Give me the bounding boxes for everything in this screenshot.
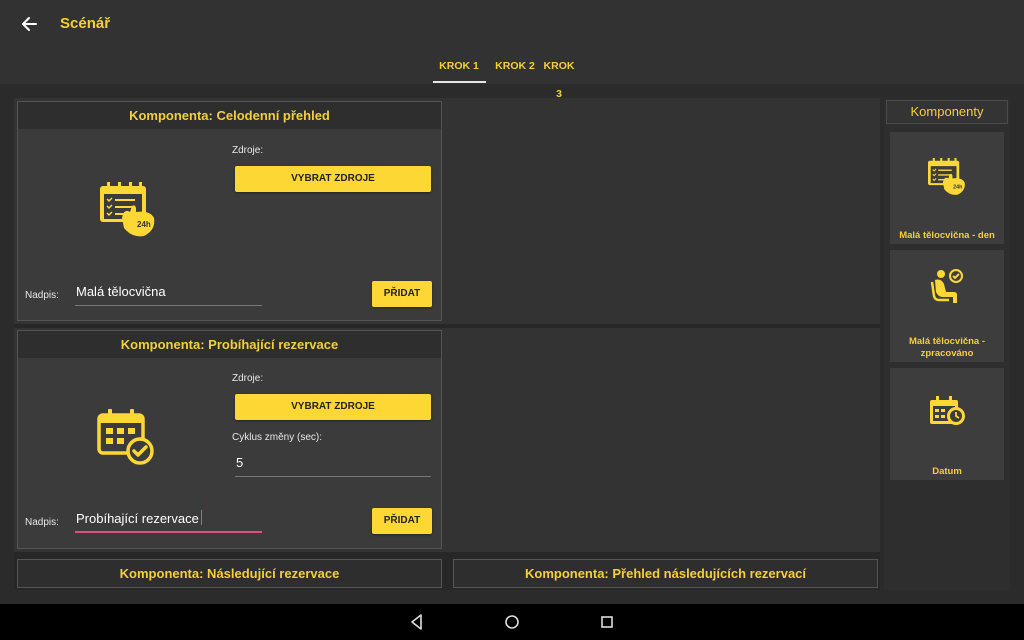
back-arrow-icon[interactable]: [14, 10, 44, 38]
card-title: Komponenta: Probíhající rezervace: [18, 331, 441, 358]
card-title: Komponenta: Následující rezervace: [18, 560, 441, 587]
sidebar-title: Komponenty: [886, 100, 1008, 124]
nav-home-icon[interactable]: [502, 612, 522, 632]
cycle-input[interactable]: 5: [235, 453, 431, 477]
add-button[interactable]: PŘIDAT: [372, 281, 432, 307]
tab-krok-2[interactable]: KROK 2: [489, 52, 541, 84]
component-tile-label-line-1: Malá tělocvična -: [908, 336, 986, 347]
nav-recents-icon[interactable]: [597, 612, 617, 632]
caption-input[interactable]: Malá tělocvična: [75, 282, 262, 306]
calendar-clock-icon: [928, 396, 966, 433]
caption-input-value: Probíhající rezervace: [76, 511, 199, 526]
select-sources-button[interactable]: VYBRAT ZDROJE: [235, 166, 431, 192]
card-title: Komponenta: Celodenní přehled: [18, 102, 441, 129]
calendar-24h-hand-icon: 24h: [926, 158, 968, 201]
system-navigation-bar: [0, 604, 1024, 640]
svg-text:24h: 24h: [137, 220, 151, 229]
page-title: Scénář: [60, 15, 111, 32]
sources-label: Zdroje:: [232, 145, 264, 156]
component-tile-full-day[interactable]: 24h Malá tělocvična - den: [890, 132, 1004, 244]
app-bar: Scénář KROK 1 KROK 2 KROK 3: [0, 0, 1024, 100]
sources-label: Zdroje:: [232, 373, 264, 384]
components-sidebar: Komponenty 24h Malá tělocvična - den Mal…: [884, 98, 1010, 590]
caption-input[interactable]: Probíhající rezervace: [75, 509, 262, 533]
calendar-24h-hand-icon: 24h: [98, 182, 158, 243]
caption-label: Nadpis:: [25, 517, 59, 528]
text-cursor: [200, 510, 202, 525]
component-tile-processed[interactable]: Malá tělocvična - zpracováno: [890, 250, 1004, 362]
components-area: Komponenta: Celodenní přehled 24h Zdroje…: [14, 98, 880, 590]
svg-text:24h: 24h: [953, 185, 962, 191]
nav-back-icon[interactable]: [407, 612, 427, 632]
component-card-ongoing-reservation: Komponenta: Probíhající rezervace Zdroje…: [17, 330, 442, 549]
caption-label: Nadpis:: [25, 290, 59, 301]
select-sources-button[interactable]: VYBRAT ZDROJE: [235, 394, 431, 420]
card-row-2: Komponenta: Probíhající rezervace Zdroje…: [14, 328, 880, 552]
component-card-upcoming-overview: Komponenta: Přehled následujících rezerv…: [453, 559, 878, 588]
card-title: Komponenta: Přehled následujících rezerv…: [454, 560, 877, 587]
active-tab-indicator: [433, 81, 486, 83]
component-tile-label: Datum: [932, 466, 962, 477]
card-row-1: Komponenta: Celodenní přehled 24h Zdroje…: [14, 98, 880, 324]
step-tabs: KROK 1 KROK 2 KROK 3: [433, 52, 577, 100]
component-card-full-day: Komponenta: Celodenní přehled 24h Zdroje…: [17, 101, 442, 321]
component-tile-date[interactable]: Datum: [890, 368, 1004, 480]
tab-krok-1[interactable]: KROK 1: [433, 52, 485, 84]
cycle-label: Cyklus změny (sec):: [232, 432, 323, 443]
component-tile-label: Malá tělocvična - den: [899, 230, 995, 241]
tab-krok-3[interactable]: KROK 3: [541, 52, 577, 100]
component-tile-label-line-2: zpracováno: [920, 348, 974, 359]
add-button[interactable]: PŘIDAT: [372, 508, 432, 534]
component-card-next-reservation: Komponenta: Následující rezervace: [17, 559, 442, 588]
person-seated-check-icon: [930, 268, 964, 311]
calendar-check-icon: [97, 409, 157, 472]
